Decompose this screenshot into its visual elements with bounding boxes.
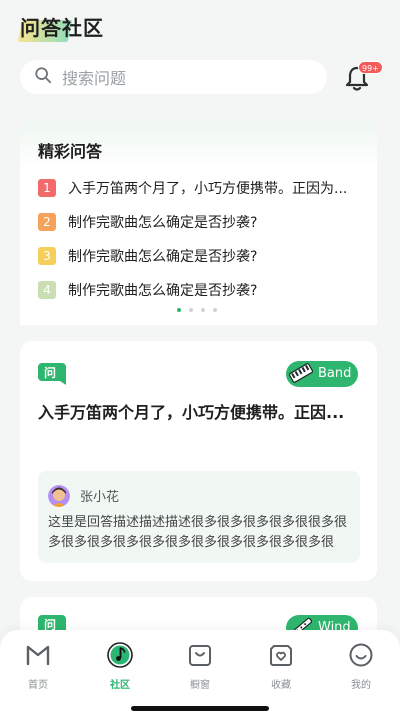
notification-badge: 99+ (358, 61, 383, 74)
smile-icon (331, 642, 391, 668)
community-page: 问答社区 搜索问题 99+ 精彩问答 1 入手万笛两个月了，小巧方便携带。正因为… (0, 0, 400, 720)
tab-label: 首页 (28, 680, 48, 691)
search-icon (34, 66, 52, 88)
carousel-dot[interactable] (189, 308, 193, 312)
featured-item-text: 入手万笛两个月了，小巧方便携带。正因为... (68, 181, 348, 197)
tab-showcase[interactable]: 橱窗 (170, 642, 230, 691)
rank-badge: 3 (38, 247, 56, 265)
header: 问答社区 (17, 12, 104, 42)
category-tag-label: Band (318, 366, 352, 381)
search-placeholder: 搜索问题 (62, 69, 127, 88)
featured-list: 1 入手万笛两个月了，小巧方便携带。正因为... 2 制作完歌曲怎么确定是否抄袭… (38, 177, 368, 313)
home-m-icon (8, 642, 68, 668)
rank-badge: 2 (38, 213, 56, 231)
featured-title: 精彩问答 (38, 142, 103, 161)
carousel-dot[interactable] (177, 308, 181, 312)
answer-text: 这里是回答描述描述描述很多很多很多很多很很多很多很多很多很多很多很多很多很多很多… (48, 515, 348, 550)
answer-username[interactable]: 张小花 (80, 486, 119, 505)
carousel-dot[interactable] (213, 308, 217, 312)
question-card[interactable]: 问 Band 入手万笛两个月了，小巧方便携带。正因... 张小花 这里是回答描述… (20, 341, 377, 581)
answer-preview[interactable]: 张小花 这里是回答描述描述描述很多很多很多很多很很多很多很多很多很多很多很多很多… (38, 471, 360, 563)
featured-item[interactable]: 2 制作完歌曲怎么确定是否抄袭? (38, 211, 368, 233)
question-badge: 问 (38, 363, 66, 387)
featured-item[interactable]: 1 入手万笛两个月了，小巧方便携带。正因为... (38, 177, 368, 199)
tab-profile[interactable]: 我的 (331, 642, 391, 691)
question-badge-label: 问 (43, 366, 56, 380)
favorite-box-icon (251, 642, 311, 668)
tab-label: 橱窗 (190, 680, 210, 691)
featured-item-text: 制作完歌曲怎么确定是否抄袭? (68, 249, 258, 265)
carousel-dots (177, 308, 225, 312)
keyboard-icon (286, 358, 316, 388)
featured-item-text: 制作完歌曲怎么确定是否抄袭? (68, 283, 258, 299)
tab-label: 收藏 (271, 680, 291, 691)
tab-community[interactable]: 社区 (90, 642, 150, 691)
carousel-dot[interactable] (201, 308, 205, 312)
tab-label: 社区 (110, 680, 130, 691)
featured-item-text: 制作完歌曲怎么确定是否抄袭? (68, 215, 258, 231)
tab-home[interactable]: 首页 (8, 642, 68, 691)
page-title: 问答社区 (20, 16, 104, 40)
avatar[interactable] (48, 485, 70, 507)
featured-item[interactable]: 4 制作完歌曲怎么确定是否抄袭? (38, 279, 368, 301)
featured-item[interactable]: 3 制作完歌曲怎么确定是否抄袭? (38, 245, 368, 267)
tab-favorites[interactable]: 收藏 (251, 642, 311, 691)
question-title[interactable]: 入手万笛两个月了，小巧方便携带。正因... (38, 399, 360, 423)
shopping-bag-icon (170, 642, 230, 668)
rank-badge: 1 (38, 179, 56, 197)
category-tag[interactable]: Band (286, 361, 358, 387)
rank-badge: 4 (38, 281, 56, 299)
home-indicator[interactable] (131, 706, 269, 711)
search-input[interactable]: 搜索问题 (20, 60, 327, 94)
music-note-icon (90, 642, 150, 668)
tab-label: 我的 (351, 680, 371, 691)
featured-qa-card: 精彩问答 1 入手万笛两个月了，小巧方便携带。正因为... 2 制作完歌曲怎么确… (20, 121, 377, 325)
